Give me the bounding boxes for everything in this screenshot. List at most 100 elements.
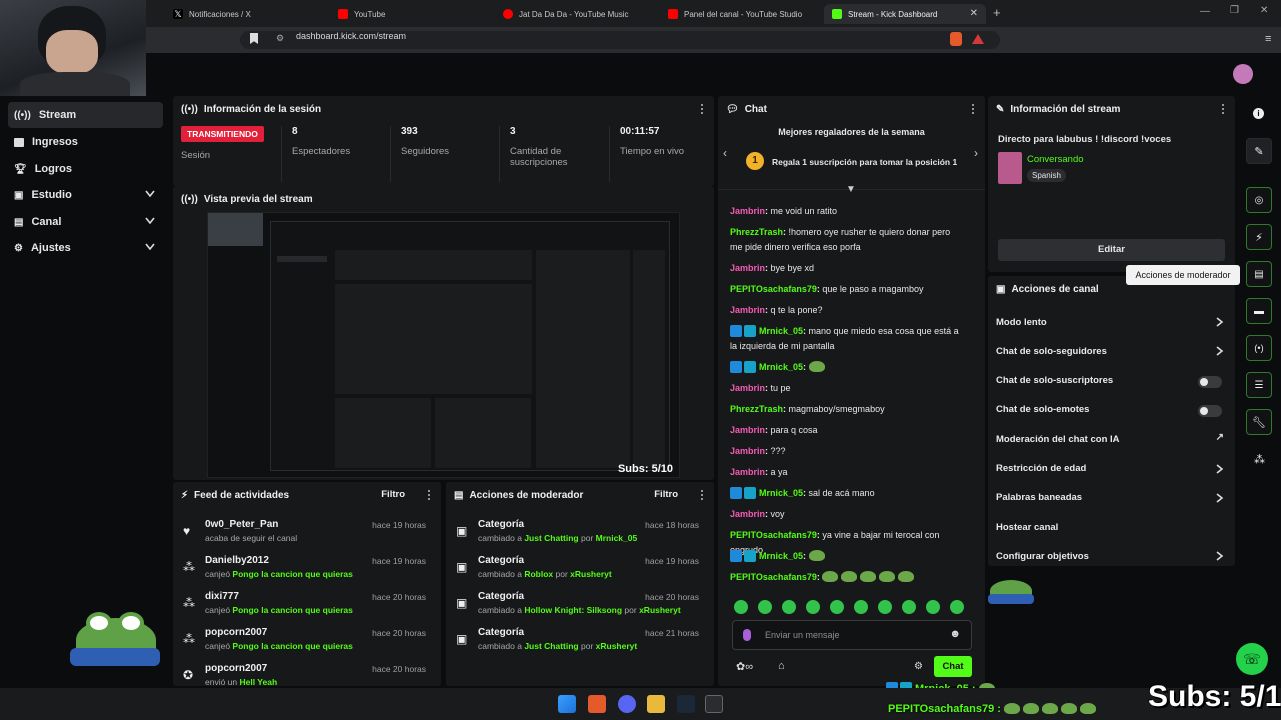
chat-username[interactable]: Jambrin bbox=[730, 383, 765, 393]
chat-username[interactable]: Mrnick_05 bbox=[759, 362, 803, 372]
tool-button-1[interactable]: ◎ bbox=[1246, 187, 1272, 213]
emote-bar[interactable] bbox=[734, 600, 974, 616]
chat-username[interactable]: Jambrin bbox=[730, 509, 765, 519]
feed-user[interactable]: dixi777 bbox=[205, 591, 239, 602]
pinned-expand-icon[interactable]: ▼ bbox=[846, 184, 856, 195]
tool-button-6[interactable]: ☰ bbox=[1246, 372, 1272, 398]
chat-username[interactable]: Mrnick_05 bbox=[759, 326, 803, 336]
feed-filter-button[interactable]: Filtro bbox=[381, 489, 405, 500]
steam-icon[interactable] bbox=[677, 695, 695, 713]
sidebar-item-estudio[interactable]: ▣ Estudio bbox=[8, 182, 163, 208]
chat-username[interactable]: PEPITOsachafans79 bbox=[730, 530, 817, 540]
chat-username[interactable]: PEPITOsachafans79 bbox=[730, 284, 817, 294]
channel-action-1[interactable]: Chat de solo-seguidores bbox=[988, 337, 1234, 365]
tab-x[interactable]: 𝕏 Notificaciones / X bbox=[165, 4, 327, 24]
channel-action-2[interactable]: Chat de solo-suscriptores bbox=[988, 367, 1234, 395]
tool-button-7[interactable]: 🔧︎ bbox=[1246, 409, 1272, 435]
brave-icon[interactable] bbox=[588, 695, 606, 713]
chevron-left-icon[interactable]: ‹ bbox=[723, 146, 727, 160]
tool-button-3[interactable]: ▤ bbox=[1246, 261, 1272, 287]
tool-button-4[interactable]: ▬ bbox=[1246, 298, 1272, 324]
badge-icon bbox=[730, 549, 742, 562]
edit-tool-button[interactable]: ✎ bbox=[1246, 138, 1272, 164]
tool-button-5[interactable]: (•) bbox=[1246, 335, 1272, 361]
chat-username[interactable]: Jambrin bbox=[730, 446, 765, 456]
stream-preview-video[interactable]: Subs: 5/10 bbox=[207, 212, 680, 478]
help-chat-icon[interactable]: ☏ bbox=[1236, 643, 1268, 675]
brave-rewards-icon[interactable] bbox=[972, 34, 984, 44]
menu-icon[interactable]: ≡ bbox=[1265, 33, 1271, 45]
maximize-icon[interactable]: ❐ bbox=[1230, 5, 1239, 16]
badge-icon bbox=[744, 549, 756, 562]
chat-username[interactable]: PEPITOsachafans79 bbox=[730, 572, 817, 582]
minimize-icon[interactable]: — bbox=[1200, 6, 1210, 17]
chat-text: a ya bbox=[770, 467, 788, 477]
close-tab-icon[interactable]: ✕ bbox=[970, 8, 978, 19]
chat-username[interactable]: PhrezzTrash bbox=[730, 404, 783, 414]
chevron-right-icon[interactable]: › bbox=[974, 146, 978, 160]
trophy-icon: 🏆︎ bbox=[14, 163, 27, 175]
toggle-switch[interactable] bbox=[1198, 375, 1222, 388]
chat-username[interactable]: Mrnick_05 bbox=[759, 488, 803, 498]
gift-icon[interactable]: ✿∞ bbox=[736, 660, 753, 673]
more-options-icon[interactable] bbox=[972, 104, 975, 115]
store-icon[interactable]: ⌂ bbox=[778, 660, 785, 672]
preview-icon: ((•)) bbox=[181, 193, 198, 205]
category-link[interactable]: Conversando bbox=[1027, 154, 1084, 165]
site-info-icon[interactable]: ⚙ bbox=[276, 33, 284, 44]
feed-user[interactable]: popcorn2007 bbox=[205, 627, 267, 638]
edit-stream-button[interactable]: Editar bbox=[998, 239, 1225, 261]
tab-youtube-studio[interactable]: Panel del canal - YouTube Studio bbox=[660, 4, 822, 24]
avatar[interactable] bbox=[1233, 64, 1253, 84]
chat-username[interactable]: Jambrin bbox=[730, 425, 765, 435]
chat-username[interactable]: Jambrin bbox=[730, 206, 765, 216]
feed-user[interactable]: Danielby2012 bbox=[205, 555, 269, 566]
sidebar-item-logros[interactable]: 🏆︎ Logros bbox=[8, 156, 163, 182]
chat-username[interactable]: Jambrin bbox=[730, 305, 765, 315]
chat-username[interactable]: PhrezzTrash bbox=[730, 227, 783, 237]
share-icon[interactable]: ⁂ bbox=[1254, 453, 1265, 466]
broadcast-icon: (•) bbox=[1254, 343, 1264, 353]
more-options-icon[interactable] bbox=[1222, 104, 1225, 115]
sidebar-item-ingresos[interactable]: Ingresos bbox=[8, 129, 163, 155]
chat-username[interactable]: Jambrin bbox=[730, 263, 765, 273]
tool-button-2[interactable]: ⚡︎ bbox=[1246, 224, 1272, 250]
channel-action-5[interactable]: Restricción de edad bbox=[988, 455, 1234, 483]
feed-user[interactable]: 0w0_Peter_Pan bbox=[205, 519, 278, 530]
sidebar-item-canal[interactable]: ▤ Canal bbox=[8, 209, 163, 235]
badge-icon bbox=[744, 486, 756, 499]
windows-start-icon[interactable] bbox=[558, 695, 576, 713]
tab-kick-dashboard[interactable]: Stream - Kick Dashboard ✕ bbox=[824, 4, 986, 24]
new-tab-icon[interactable]: + bbox=[993, 5, 1001, 20]
channel-action-4[interactable]: Moderación del chat con IA ↗ bbox=[988, 425, 1234, 453]
more-options-icon[interactable] bbox=[701, 104, 704, 115]
channel-action-6[interactable]: Palabras baneadas bbox=[988, 484, 1234, 512]
brave-shield-icon[interactable] bbox=[950, 32, 962, 46]
microphone-icon[interactable] bbox=[743, 629, 751, 641]
more-options-icon[interactable] bbox=[428, 490, 431, 501]
discord-icon[interactable] bbox=[618, 695, 636, 713]
emoji-icon[interactable]: ☻ bbox=[949, 628, 961, 640]
chat-input[interactable]: Enviar un mensaje ☻ bbox=[732, 620, 972, 650]
file-explorer-icon[interactable] bbox=[647, 695, 665, 713]
gear-icon[interactable]: ⚙ bbox=[914, 661, 923, 672]
mod-filter-button[interactable]: Filtro bbox=[654, 489, 678, 500]
tab-youtube[interactable]: YouTube bbox=[330, 4, 492, 24]
feed-user[interactable]: popcorn2007 bbox=[205, 663, 267, 674]
more-options-icon[interactable] bbox=[701, 490, 704, 501]
chevron-down-icon bbox=[145, 243, 155, 251]
send-chat-button[interactable]: Chat bbox=[934, 656, 972, 677]
close-window-icon[interactable]: ✕ bbox=[1260, 5, 1268, 16]
channel-action-7[interactable]: Hostear canal bbox=[988, 513, 1234, 541]
channel-action-3[interactable]: Chat de solo-emotes bbox=[988, 396, 1234, 424]
obs-icon[interactable] bbox=[705, 695, 723, 713]
channel-action-8[interactable]: Configurar objetivos bbox=[988, 542, 1234, 570]
sidebar-item-ajustes[interactable]: ⚙ Ajustes bbox=[8, 235, 163, 261]
sidebar-item-stream[interactable]: ((•)) Stream bbox=[8, 102, 163, 128]
tab-youtube-music[interactable]: Jat Da Da Da - YouTube Music bbox=[495, 4, 657, 24]
info-icon[interactable]: i bbox=[1253, 108, 1264, 119]
chat-username[interactable]: Jambrin bbox=[730, 467, 765, 477]
channel-action-0[interactable]: Modo lento bbox=[988, 308, 1234, 336]
chat-username[interactable]: Mrnick_05 bbox=[759, 551, 803, 561]
toggle-switch[interactable] bbox=[1198, 404, 1222, 417]
